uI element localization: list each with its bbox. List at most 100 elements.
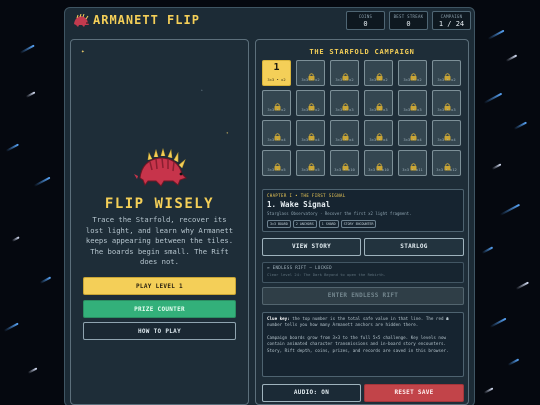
starlog-button[interactable]: STARLOG xyxy=(364,238,464,256)
level-tile-21[interactable]: 3×3 • x10 xyxy=(330,150,359,176)
level-tile-3[interactable]: 3×3 • x2 xyxy=(330,60,359,86)
lock-icon xyxy=(409,156,418,171)
lock-icon xyxy=(273,96,282,111)
level-size: 3×3 • x4 xyxy=(403,137,422,142)
campaign-stat: CAMPAIGN 1 / 24 xyxy=(432,11,471,30)
best-streak-stat: BEST STREAK 0 xyxy=(389,11,428,30)
level-size: 3×3 • x2 xyxy=(335,77,354,82)
level-size: 3×3 • x3 xyxy=(437,107,456,112)
level-size: 3×3 • x11 xyxy=(402,167,423,172)
lock-icon xyxy=(443,156,452,171)
level-size: 3×3 • x3 xyxy=(403,107,422,112)
chapter-chips: 3×3 BOARD 2 ANCHORS 1 SHARD STORY ENCOUN… xyxy=(267,220,459,228)
level-number: 1 xyxy=(273,62,280,73)
chip-anchors: 2 ANCHORS xyxy=(292,220,317,228)
level-tile-4[interactable]: 3×3 • x2 xyxy=(364,60,393,86)
coins-value: 0 xyxy=(363,20,368,28)
level-tile-11[interactable]: 3×3 • x3 xyxy=(398,90,427,116)
chapter-card: CHAPTER I • THE FIRST SIGNAL 1. Wake Sig… xyxy=(262,189,464,232)
level-tile-10[interactable]: 3×3 • x3 xyxy=(364,90,393,116)
level-tile-9[interactable]: 3×3 • x3 xyxy=(330,90,359,116)
level-tile-16[interactable]: 3×3 • x4 xyxy=(364,120,393,146)
rift-description: Clear level 24: The Dark Beyond to open … xyxy=(267,272,386,277)
level-tile-19[interactable]: 3×3 • x5 xyxy=(262,150,291,176)
level-tile-8[interactable]: 3×3 • x2 xyxy=(296,90,325,116)
sparkle-icon: ✦ xyxy=(81,48,85,55)
sparkle-icon: ✦ xyxy=(201,88,203,92)
lock-icon xyxy=(273,156,282,171)
level-size: 3×3 • x4 xyxy=(369,137,388,142)
level-size: 3×3 • x2 xyxy=(267,77,286,82)
level-grid: 1 3×3 • x2 3×3 • x2 3×3 • x2 3×3 • x2 3×3 • x… xyxy=(262,60,463,176)
level-size: 3×3 • x2 xyxy=(301,107,320,112)
enter-endless-rift-button[interactable]: ENTER ENDLESS RIFT xyxy=(262,287,464,305)
top-bar: ARMANETT FLIP COINS 0 BEST STREAK 0 CAMP… xyxy=(65,8,474,36)
level-tile-2[interactable]: 3×3 • x2 xyxy=(296,60,325,86)
level-tile-24[interactable]: 3×3 • x12 xyxy=(432,150,461,176)
lock-icon xyxy=(375,66,384,81)
chapter-description: Starglass Observatory · Recover the firs… xyxy=(267,211,412,216)
lock-icon xyxy=(341,126,350,141)
campaign-title: THE STARFOLD CAMPAIGN xyxy=(309,48,415,56)
campaign-label: CAMPAIGN xyxy=(440,14,463,19)
level-tile-17[interactable]: 3×3 • x4 xyxy=(398,120,427,146)
armadillo-icon xyxy=(74,14,89,27)
level-size: 3×3 • x2 xyxy=(403,77,422,82)
level-tile-12[interactable]: 3×3 • x3 xyxy=(432,90,461,116)
level-size: 3×3 • x2 xyxy=(301,77,320,82)
hero-panel: ✦ ✦ ✦ FLIP WISELY Trace the Starfold, re… xyxy=(70,39,249,405)
prize-counter-button[interactable]: PRIZE COUNTER xyxy=(83,300,236,318)
rift-title: ∞ ENDLESS RIFT — LOCKED xyxy=(267,265,332,270)
level-tile-6[interactable]: 3×3 • x2 xyxy=(432,60,461,86)
audio-toggle-button[interactable]: AUDIO: ON xyxy=(262,384,361,402)
level-tile-22[interactable]: 3×3 • x10 xyxy=(364,150,393,176)
lock-icon xyxy=(375,126,384,141)
lock-icon xyxy=(307,66,316,81)
level-size: 3×3 • x3 xyxy=(335,107,354,112)
level-tile-14[interactable]: 3×3 • x4 xyxy=(296,120,325,146)
lock-icon xyxy=(409,126,418,141)
clue-paragraph-2: Campaign boards grow from 3×3 to the ful… xyxy=(267,334,449,353)
level-size: 3×3 • x4 xyxy=(335,137,354,142)
best-streak-label: BEST STREAK xyxy=(393,14,424,19)
level-tile-7[interactable]: 3×3 • x2 xyxy=(262,90,291,116)
lock-icon xyxy=(307,156,316,171)
level-tile-18[interactable]: 3×3 • x4 xyxy=(432,120,461,146)
hero-title: FLIP WISELY xyxy=(104,196,215,212)
reset-save-button[interactable]: RESET SAVE xyxy=(364,384,464,402)
campaign-value: 1 / 24 xyxy=(438,20,465,28)
clue-key-text: the top number is the total safe value i… xyxy=(267,316,449,328)
lock-icon xyxy=(307,96,316,111)
lock-icon xyxy=(341,156,350,171)
level-size: 3×3 • x10 xyxy=(334,167,355,172)
view-story-button[interactable]: VIEW STORY xyxy=(262,238,361,256)
level-size: 3×3 • x10 xyxy=(368,167,389,172)
level-size: 3×3 • x4 xyxy=(437,137,456,142)
game-window: ARMANETT FLIP COINS 0 BEST STREAK 0 CAMP… xyxy=(64,7,475,405)
lock-icon xyxy=(409,96,418,111)
level-tile-1[interactable]: 1 3×3 • x2 xyxy=(262,60,291,86)
how-to-play-button[interactable]: HOW TO PLAY xyxy=(83,322,236,340)
armanett-creature-icon xyxy=(134,148,187,187)
level-size: 3×3 • x2 xyxy=(437,77,456,82)
level-size: 3×3 • x4 xyxy=(267,137,286,142)
clue-key-label: Clue key: xyxy=(267,316,290,321)
lock-icon xyxy=(273,126,282,141)
level-size: 3×3 • x3 xyxy=(369,107,388,112)
level-tile-23[interactable]: 3×3 • x11 xyxy=(398,150,427,176)
endless-rift-status: ∞ ENDLESS RIFT — LOCKED Clear level 24: … xyxy=(262,262,464,283)
level-tile-13[interactable]: 3×3 • x4 xyxy=(262,120,291,146)
lock-icon xyxy=(307,126,316,141)
level-tile-15[interactable]: 3×3 • x4 xyxy=(330,120,359,146)
campaign-panel: THE STARFOLD CAMPAIGN 1 3×3 • x2 3×3 • x2 3… xyxy=(255,39,469,405)
play-level-button[interactable]: PLAY LEVEL 1 xyxy=(83,277,236,295)
lock-icon xyxy=(375,96,384,111)
lock-icon xyxy=(375,156,384,171)
chip-board: 3×3 BOARD xyxy=(267,220,291,228)
app-title: ARMANETT FLIP xyxy=(93,13,200,27)
lock-icon xyxy=(341,96,350,111)
best-streak-value: 0 xyxy=(406,20,411,28)
level-tile-20[interactable]: 3×3 • x5 xyxy=(296,150,325,176)
level-tile-5[interactable]: 3×3 • x2 xyxy=(398,60,427,86)
clue-key-paragraph: Clue key: the top number is the total sa… xyxy=(267,316,459,329)
